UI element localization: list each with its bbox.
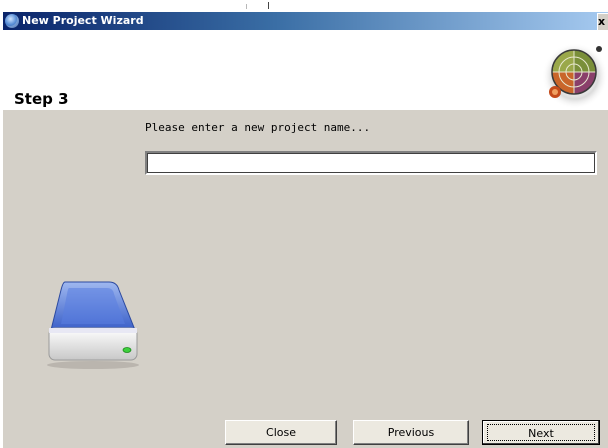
window-title: New Project Wizard	[22, 14, 144, 27]
previous-button[interactable]: Previous	[353, 420, 469, 445]
close-button[interactable]: Close	[225, 420, 337, 445]
background-window-strip	[0, 0, 608, 12]
background-divider	[268, 2, 269, 9]
window-close-button[interactable]: x	[597, 13, 608, 30]
radar-disc-icon	[542, 43, 608, 109]
background-divider	[246, 4, 247, 9]
step-title: Step 3	[14, 90, 69, 108]
next-button[interactable]: Next	[482, 420, 600, 445]
wizard-dialog: New Project Wizard x Step 3 Please enter…	[3, 12, 608, 448]
wizard-header: Step 3	[3, 30, 608, 110]
project-name-input[interactable]	[145, 151, 597, 175]
project-name-label: Please enter a new project name...	[145, 121, 371, 134]
hard-drive-icon	[47, 281, 139, 369]
wizard-content: Please enter a new project name... Close…	[3, 110, 608, 448]
title-bar[interactable]: New Project Wizard x	[3, 12, 608, 30]
screen: New Project Wizard x Step 3 Please enter…	[0, 0, 608, 448]
next-button-label: Next	[487, 424, 595, 441]
app-globe-icon	[5, 14, 19, 28]
